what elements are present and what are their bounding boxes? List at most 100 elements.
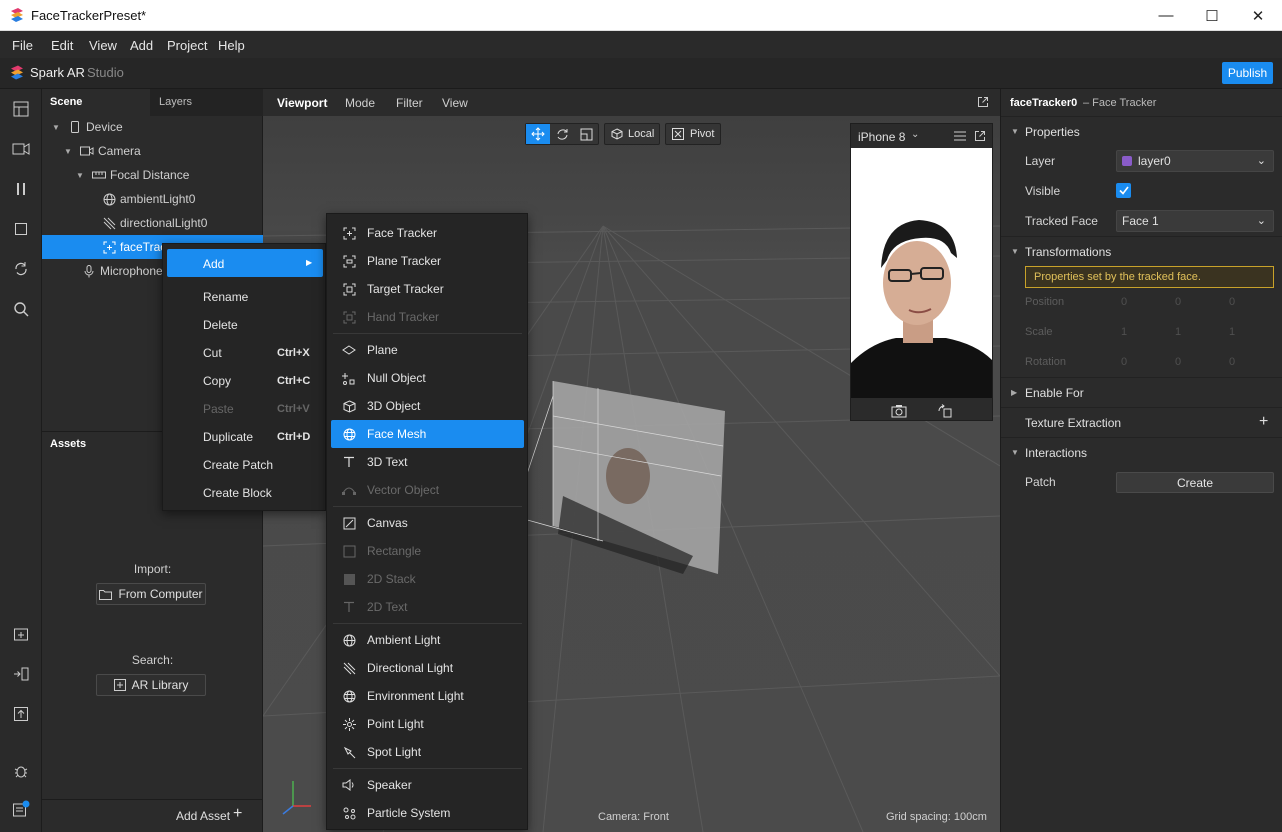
context-item-paste: Paste Ctrl+V — [163, 395, 325, 423]
menu-item-spot-light[interactable]: Spot Light — [331, 738, 524, 766]
collapse-arrow-icon[interactable]: ▼ — [1011, 127, 1025, 136]
search-icon[interactable] — [9, 297, 33, 321]
stack-icon — [335, 573, 363, 586]
create-patch-button[interactable]: Create — [1116, 472, 1274, 493]
close-button[interactable]: ✕ — [1235, 0, 1281, 31]
layer-value: layer0 — [1138, 154, 1171, 168]
scale-icon[interactable] — [574, 124, 598, 144]
visible-checkbox[interactable] — [1116, 183, 1131, 198]
menu-bar: File Edit View Add Project Help — [0, 31, 1282, 58]
menu-file[interactable]: File — [12, 38, 33, 53]
context-item-delete[interactable]: Delete — [163, 311, 325, 339]
popout-icon[interactable] — [977, 96, 989, 108]
collapse-arrow-icon[interactable]: ▼ — [1011, 247, 1025, 256]
tab-viewport[interactable]: Viewport — [277, 96, 327, 110]
menu-item-face-tracker[interactable]: Face Tracker — [331, 219, 524, 247]
rotate-device-icon[interactable] — [938, 404, 952, 418]
tab-mode[interactable]: Mode — [345, 96, 375, 110]
menu-add[interactable]: Add — [130, 38, 153, 53]
menu-item-particle-system[interactable]: Particle System — [331, 799, 524, 827]
from-computer-label: From Computer — [118, 587, 203, 601]
tree-item-camera[interactable]: ▼ Camera — [42, 139, 263, 163]
menu-edit[interactable]: Edit — [51, 38, 73, 53]
pause-icon[interactable] — [9, 177, 33, 201]
tab-scene[interactable]: Scene — [42, 89, 150, 116]
tree-item-focal-distance[interactable]: ▼ Focal Distance — [42, 163, 263, 187]
context-item-create-patch[interactable]: Create Patch — [163, 451, 325, 479]
menu-item-plane-tracker[interactable]: Plane Tracker — [331, 247, 524, 275]
add-asset-button[interactable]: Add Asset — [176, 809, 230, 823]
bug-icon[interactable] — [9, 759, 33, 783]
plus-icon[interactable]: + — [1259, 413, 1268, 431]
popout-icon[interactable] — [974, 130, 986, 142]
context-item-cut[interactable]: Cut Ctrl+X — [163, 339, 325, 367]
local-button[interactable]: Local — [604, 123, 660, 145]
refresh-icon[interactable] — [9, 257, 33, 281]
texture-extraction-section[interactable]: Texture Extraction + — [1001, 407, 1282, 437]
add-asset-icon[interactable] — [9, 622, 33, 646]
menu-item-face-mesh[interactable]: Face Mesh — [331, 420, 524, 448]
expand-arrow-icon[interactable]: ▶ — [1011, 388, 1025, 397]
tree-item-ambient-light[interactable]: ambientLight0 — [42, 187, 263, 211]
context-item-create-block[interactable]: Create Block — [163, 479, 325, 507]
minimize-button[interactable]: — — [1143, 0, 1189, 31]
screenshot-icon[interactable] — [891, 404, 907, 418]
enable-for-section[interactable]: ▶ Enable For — [1001, 377, 1282, 407]
transformations-section[interactable]: ▼ Transformations — [1001, 236, 1282, 266]
collapse-arrow-icon[interactable]: ▼ — [1011, 448, 1025, 457]
pivot-button[interactable]: Pivot — [665, 123, 721, 145]
send-to-device-icon[interactable] — [9, 662, 33, 686]
layer-select[interactable]: layer0 ⌄ — [1116, 150, 1274, 172]
menu-item-3d-text[interactable]: 3D Text — [331, 448, 524, 476]
menu-item-ambient-light[interactable]: Ambient Light — [331, 626, 524, 654]
tab-layers[interactable]: Layers — [152, 89, 263, 116]
tab-filter[interactable]: Filter — [396, 96, 423, 110]
context-item-rename[interactable]: Rename — [163, 283, 325, 311]
publish-button[interactable]: Publish — [1222, 62, 1273, 84]
properties-section[interactable]: ▼ Properties — [1001, 116, 1282, 146]
video-icon[interactable] — [9, 137, 33, 161]
upload-icon[interactable] — [9, 702, 33, 726]
ar-library-button[interactable]: AR Library — [96, 674, 206, 696]
menu-item-canvas[interactable]: Canvas — [331, 509, 524, 537]
maximize-button[interactable]: ☐ — [1189, 0, 1235, 31]
tree-item-label: Focal Distance — [110, 168, 190, 182]
menu-view[interactable]: View — [89, 38, 117, 53]
menu-project[interactable]: Project — [167, 38, 207, 53]
menu-help[interactable]: Help — [218, 38, 245, 53]
chevron-down-icon[interactable]: ⌄ — [911, 129, 919, 140]
menu-item-environment-light[interactable]: Environment Light — [331, 682, 524, 710]
expand-arrow-icon[interactable]: ▼ — [64, 147, 74, 156]
expand-arrow-icon[interactable]: ▼ — [76, 171, 86, 180]
menu-item-plane[interactable]: Plane — [331, 336, 524, 364]
layer-label: Layer — [1025, 154, 1056, 168]
expand-arrow-icon[interactable]: ▼ — [52, 123, 62, 132]
menu-item-3d-object[interactable]: 3D Object — [331, 392, 524, 420]
device-select[interactable]: iPhone 8 — [858, 130, 905, 144]
tab-view[interactable]: View — [442, 96, 468, 110]
news-icon[interactable] — [9, 797, 33, 821]
interactions-section[interactable]: ▼ Interactions — [1001, 437, 1282, 467]
plus-icon[interactable]: + — [233, 805, 242, 823]
tracked-face-select[interactable]: Face 1 ⌄ — [1116, 210, 1274, 232]
tree-item-device[interactable]: ▼ Device — [42, 115, 263, 139]
brand-suffix: Studio — [87, 65, 124, 80]
menu-item-point-light[interactable]: Point Light — [331, 710, 524, 738]
rotate-icon[interactable] — [550, 124, 574, 144]
hamburger-icon[interactable] — [954, 131, 966, 141]
context-item-copy[interactable]: Copy Ctrl+C — [163, 367, 325, 395]
layout-icon[interactable] — [9, 97, 33, 121]
context-item-duplicate[interactable]: Duplicate Ctrl+D — [163, 423, 325, 451]
menu-item-target-tracker[interactable]: Target Tracker — [331, 275, 524, 303]
menu-item-speaker[interactable]: Speaker — [331, 771, 524, 799]
item-label: 2D Text — [367, 600, 408, 614]
menu-item-directional-light[interactable]: Directional Light — [331, 654, 524, 682]
move-icon[interactable] — [526, 124, 550, 144]
from-computer-button[interactable]: From Computer — [96, 583, 206, 605]
visible-label: Visible — [1025, 184, 1061, 198]
hand-tracker-icon — [335, 311, 363, 324]
context-item-add[interactable]: Add ▶ — [167, 249, 323, 277]
menu-item-null-object[interactable]: Null Object — [331, 364, 524, 392]
tree-item-directional-light[interactable]: directionalLight0 — [42, 211, 263, 235]
stop-icon[interactable] — [9, 217, 33, 241]
